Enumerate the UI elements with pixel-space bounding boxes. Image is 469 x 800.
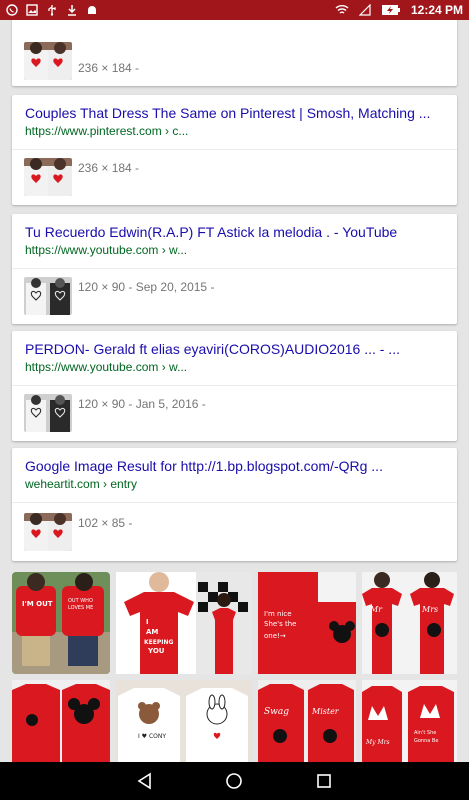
svg-text:Mr: Mr: [369, 605, 383, 614]
result-card[interactable]: 236 × 184 -: [12, 20, 457, 86]
svg-text:KEEPING: KEEPING: [144, 639, 173, 646]
navigation-bar: [0, 762, 469, 800]
svg-text:Swag: Swag: [264, 707, 289, 717]
svg-text:Mister: Mister: [311, 707, 340, 716]
image-tile[interactable]: Ain't She Gonna Be My Mrs: [362, 680, 457, 762]
result-title-link[interactable]: Tu Recuerdo Edwin(R.A.P) FT Astick la me…: [25, 224, 445, 240]
image-tile[interactable]: I AM KEEPING YOU: [116, 572, 252, 674]
svg-text:Ain't She: Ain't She: [414, 730, 436, 736]
svg-text:YOU: YOU: [147, 647, 165, 655]
result-title-link[interactable]: Google Image Result for http://1.bp.blog…: [25, 458, 445, 474]
image-tile[interactable]: I'm nice She's the one!→: [258, 572, 356, 674]
result-meta: 120 × 90 - Sep 20, 2015 -: [78, 280, 215, 294]
usb-icon: [48, 5, 56, 16]
result-meta: 120 × 90 - Jan 5, 2016 -: [78, 397, 206, 411]
result-title-link[interactable]: PERDON- Gerald ft elias eyaviri(COROS)AU…: [25, 341, 445, 357]
result-url: weheartit.com › entry: [25, 477, 138, 491]
svg-text:I: I: [146, 618, 149, 626]
svg-text:LOVES ME: LOVES ME: [68, 605, 93, 611]
svg-text:OUT WHO: OUT WHO: [68, 598, 93, 604]
svg-text:I ♥ CONY: I ♥ CONY: [138, 733, 166, 740]
result-thumbnail[interactable]: [24, 158, 72, 196]
recents-icon[interactable]: [315, 772, 333, 790]
result-meta: 236 × 184 -: [78, 61, 140, 75]
status-bar: 12:24 PM: [0, 0, 469, 20]
image-grid: I'M OUT OUT WHO LOVES ME I AM KEEPING YO…: [12, 572, 457, 762]
result-card[interactable]: Tu Recuerdo Edwin(R.A.P) FT Astick la me…: [12, 214, 457, 324]
svg-text:I'm nice: I'm nice: [264, 610, 292, 618]
divider: [12, 385, 457, 386]
result-url: https://www.pinterest.com › c...: [25, 124, 189, 138]
image-tile[interactable]: [12, 680, 110, 762]
result-card[interactable]: PERDON- Gerald ft elias eyaviri(COROS)AU…: [12, 331, 457, 441]
battery-charging-icon: [381, 5, 400, 15]
result-meta: 102 × 85 -: [78, 516, 133, 530]
download-icon: [68, 5, 76, 16]
android-icon: [88, 6, 96, 14]
results-list[interactable]: 236 × 184 - Couples That Dress The Same …: [0, 20, 469, 762]
whatsapp-icon: [6, 4, 18, 16]
svg-text:AM: AM: [146, 628, 158, 636]
image-tile[interactable]: I ♥ CONY: [116, 680, 252, 762]
divider: [12, 268, 457, 269]
svg-text:My Mrs: My Mrs: [365, 739, 390, 746]
home-icon[interactable]: [225, 772, 243, 790]
result-meta: 236 × 184 -: [78, 161, 140, 175]
svg-text:Gonna Be: Gonna Be: [414, 738, 438, 744]
svg-text:I'M OUT: I'M OUT: [22, 600, 53, 608]
svg-text:one!→: one!→: [264, 632, 286, 640]
image-tile[interactable]: I'M OUT OUT WHO LOVES ME: [12, 572, 110, 674]
result-url: https://www.youtube.com › w...: [25, 243, 188, 257]
svg-text:She's the: She's the: [264, 620, 296, 628]
svg-text:Mrs: Mrs: [421, 605, 438, 614]
image-icon: [26, 4, 38, 16]
result-thumbnail[interactable]: [24, 513, 72, 551]
divider: [12, 502, 457, 503]
result-card[interactable]: Google Image Result for http://1.bp.blog…: [12, 448, 457, 561]
result-thumbnail[interactable]: [24, 277, 72, 315]
divider: [12, 149, 457, 150]
image-tile[interactable]: Swag Mister: [258, 680, 356, 762]
wifi-icon: [335, 5, 349, 14]
image-tile[interactable]: Mr Mrs: [362, 572, 457, 674]
no-sim-icon: [358, 4, 371, 16]
back-icon[interactable]: [136, 772, 154, 790]
status-time: 12:24 PM: [410, 3, 463, 17]
result-url: https://www.youtube.com › w...: [25, 360, 188, 374]
result-thumbnail[interactable]: [24, 394, 72, 432]
result-title-link[interactable]: Couples That Dress The Same on Pinterest…: [25, 105, 445, 121]
result-card[interactable]: Couples That Dress The Same on Pinterest…: [12, 95, 457, 205]
result-thumbnail[interactable]: [24, 42, 72, 80]
